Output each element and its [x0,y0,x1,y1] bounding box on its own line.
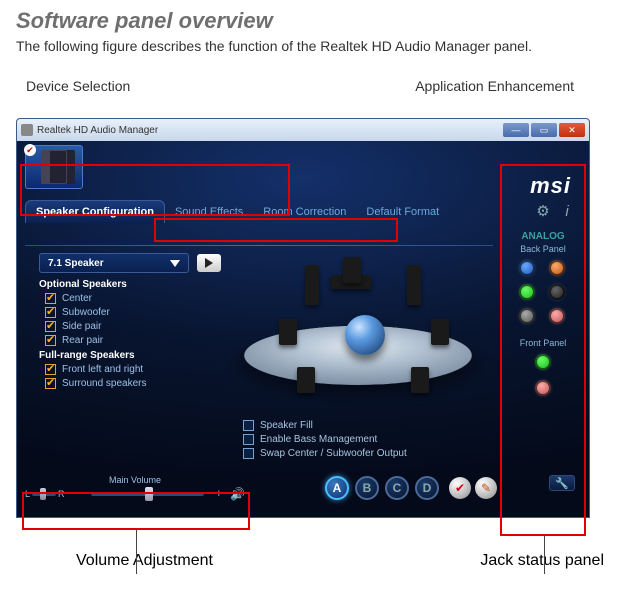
preset-button-d[interactable]: D [415,476,439,500]
callout-device-selection: Device Selection [26,78,130,94]
preset-button-c[interactable]: C [385,476,409,500]
balance-slider[interactable] [32,492,56,496]
analog-label: ANALOG [521,231,564,242]
label-subwoofer: Subwoofer [62,307,110,318]
label-front-lr: Front left and right [62,364,143,375]
check-icon: ✔ [24,144,36,156]
tab-room-correction[interactable]: Room Correction [253,201,356,223]
speakers-icon [41,150,67,184]
back-panel-label: Back Panel [520,244,566,254]
play-icon [205,258,213,268]
checkbox-speaker-fill[interactable] [243,420,254,431]
speaker-mode-value: 7.1 Speaker [48,258,104,269]
checkbox-swap-center-sub[interactable] [243,448,254,459]
jack-blue[interactable] [519,260,535,276]
checkbox-surround[interactable] [45,378,56,389]
volume-plus-label: + [216,488,222,500]
preset-button-a[interactable]: A [325,476,349,500]
callout-jack-status-panel: Jack status panel [480,552,604,570]
label-rear-pair: Rear pair [62,335,103,346]
window-titlebar: Realtek HD Audio Manager — ▭ ✕ [17,119,589,141]
window-maximize-button[interactable]: ▭ [531,123,557,137]
checkbox-side-pair[interactable] [45,321,56,332]
app-icon [21,124,33,136]
balance-left-label: L [25,489,30,499]
checkbox-bass-management[interactable] [243,434,254,445]
volume-panel: Main Volume L R − + 🔊 [25,475,245,501]
callout-volume-adjustment: Volume Adjustment [76,552,213,570]
tab-bar: Speaker Configuration Sound Effects Room… [17,197,589,223]
app-window: Realtek HD Audio Manager — ▭ ✕ ✔ msi [16,118,590,518]
play-test-button[interactable] [197,254,221,272]
label-swap-center-sub: Swap Center / Subwoofer Output [260,448,407,459]
tab-speaker-configuration[interactable]: Speaker Configuration [25,200,165,223]
preset-button-b[interactable]: B [355,476,379,500]
brand-logo: msi [530,173,571,199]
callout-application-enhancement: Application Enhancement [415,78,574,94]
window-title: Realtek HD Audio Manager [37,125,158,136]
label-speaker-fill: Speaker Fill [260,420,313,431]
checkbox-front-lr[interactable] [45,364,56,375]
window-close-button[interactable]: ✕ [559,123,585,137]
jack-status-panel: ANALOG Back Panel Front Panel [503,227,583,495]
label-surround: Surround speakers [62,378,147,389]
apply-button[interactable]: ✔ [449,477,471,499]
page-title: Software panel overview [16,8,614,34]
chevron-down-icon [170,260,180,267]
label-side-pair: Side pair [62,321,101,332]
balance-right-label: R [58,489,65,499]
speaker-mode-dropdown[interactable]: 7.1 Speaker [39,253,189,273]
settings-wrench-button[interactable]: 🔧 [549,475,575,491]
checkbox-subwoofer[interactable] [45,307,56,318]
jack-grey[interactable] [519,308,535,324]
jack-pink-front[interactable] [535,380,551,396]
jack-green-front[interactable] [535,354,551,370]
checkbox-rear-pair[interactable] [45,335,56,346]
jack-orange[interactable] [549,260,565,276]
label-bass-management: Enable Bass Management [260,434,377,445]
label-center: Center [62,293,92,304]
volume-minus-label: − [73,488,79,500]
jack-green-back[interactable] [519,284,535,300]
tab-sound-effects[interactable]: Sound Effects [165,201,253,223]
checkbox-center[interactable] [45,293,56,304]
listener-orb-icon [345,315,385,355]
speaker-icon[interactable]: 🔊 [230,487,245,501]
tab-default-format[interactable]: Default Format [356,201,449,223]
main-volume-label: Main Volume [109,475,161,485]
page-description: The following figure describes the funct… [16,38,614,54]
jack-black[interactable] [549,284,565,300]
device-tile-speakers[interactable]: ✔ [25,145,83,189]
window-minimize-button[interactable]: — [503,123,529,137]
edit-button[interactable]: ✎ [475,477,497,499]
jack-pink-back[interactable] [549,308,565,324]
speaker-layout-diagram [235,249,485,409]
front-panel-label: Front Panel [520,338,567,348]
main-volume-slider[interactable] [91,492,204,496]
